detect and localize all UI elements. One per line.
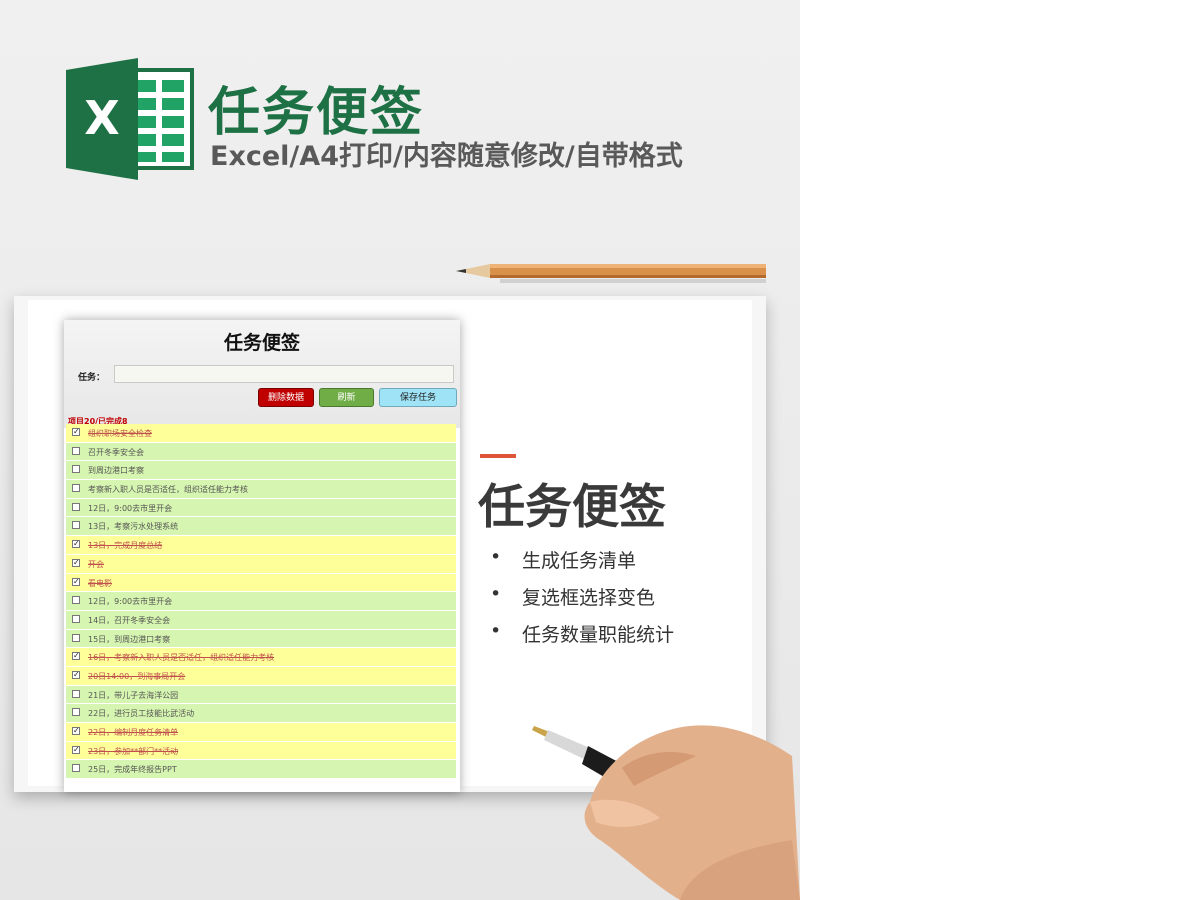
task-row: ✓ 16日，考察新入职人员是否适任，组织适任能力考核 — [66, 648, 456, 667]
feature-text: 任务数量职能统计 — [522, 624, 675, 646]
task-text: 召开冬季安全会 — [88, 447, 144, 457]
delete-data-button[interactable]: 删除数据 — [258, 388, 314, 407]
task-text: 12日，9:00去市里开会 — [88, 597, 173, 607]
task-row: 12日，9:00去市里开会 — [66, 592, 456, 611]
task-label: 任务： — [78, 373, 106, 383]
task-text: 组织职场安全检查 — [88, 429, 152, 438]
task-row: 22日，进行员工技能比武活动 — [66, 704, 456, 723]
task-checkbox[interactable] — [72, 521, 80, 530]
hand-with-pen-icon — [532, 725, 800, 900]
feature-text: 复选框选择变色 — [522, 587, 656, 609]
feature-list: • 生成任务清单 • 复选框选择变色 • 任务数量职能统计 — [486, 546, 674, 657]
task-checkbox[interactable]: ✓ — [72, 652, 80, 661]
task-checkbox[interactable] — [72, 708, 80, 717]
poster: X 任务便签 Excel/A4打印/内容随意修改/自带格式 任务便签 任务： 删… — [0, 0, 800, 900]
task-text: 20日14:00，到海事局开会 — [88, 671, 186, 681]
task-row: ✓ 13日，完成月度总结 — [66, 536, 456, 555]
task-text: 16日，考察新入职人员是否适任，组织适任能力考核 — [88, 653, 275, 663]
task-row: ✓ 组织职场安全检查 — [66, 424, 456, 443]
task-input[interactable] — [114, 365, 454, 383]
task-checkbox[interactable] — [72, 614, 80, 623]
task-text: 21日，带儿子去海洋公园 — [88, 690, 179, 700]
feature-item: • 生成任务清单 — [486, 546, 674, 583]
task-text: 23日，参加**部门**活动 — [88, 746, 179, 756]
page-subtitle: Excel/A4打印/内容随意修改/自带格式 — [210, 141, 683, 172]
task-text: 22日，编制月度任务清单 — [88, 728, 179, 737]
pencil-icon — [456, 264, 766, 283]
task-row: 21日，带儿子去海洋公园 — [66, 685, 456, 705]
task-row: 13日，考察污水处理系统 — [66, 517, 456, 537]
task-text: 12日，9:00去市里开会 — [88, 503, 173, 513]
task-text: 15日，到周边港口考察 — [88, 634, 171, 644]
task-checkbox[interactable]: ✓ — [72, 540, 80, 549]
task-text: 13日，考察污水处理系统 — [88, 522, 179, 532]
task-checkbox[interactable] — [72, 465, 80, 474]
promo-title: 任务便签 — [478, 480, 666, 535]
task-row: 召开冬季安全会 — [66, 442, 456, 462]
task-row: ✓ 开会 — [66, 554, 456, 574]
task-text: 看电影 — [88, 578, 112, 588]
task-text: 开会 — [88, 559, 104, 569]
task-checkbox[interactable] — [72, 633, 80, 642]
sheet-title: 任务便签 — [223, 332, 300, 354]
task-text: 14日，召开冬季安全会 — [88, 615, 171, 625]
task-checkbox[interactable] — [72, 484, 80, 493]
task-checkbox[interactable]: ✓ — [72, 558, 80, 567]
task-row: 15日，到周边港口考察 — [66, 629, 456, 649]
bullet-icon: • — [490, 583, 502, 605]
task-row: 25日，完成年终报告PPT — [66, 760, 456, 780]
task-checkbox[interactable] — [72, 764, 80, 773]
save-task-button[interactable]: 保存任务 — [379, 388, 457, 407]
task-text: 考察新入职人员是否适任，组织适任能力考核 — [88, 485, 248, 495]
excel-logo-icon: X — [66, 58, 194, 180]
task-text: 25日，完成年终报告PPT — [88, 765, 177, 775]
task-checkbox[interactable]: ✓ — [72, 670, 80, 679]
task-row: 到周边港口考察 — [66, 461, 456, 481]
task-text: 13日，完成月度总结 — [88, 541, 163, 551]
task-checkbox[interactable]: ✓ — [72, 577, 80, 586]
task-row: ✓ 23日，参加**部门**活动 — [66, 741, 456, 761]
accent-bar — [480, 454, 516, 458]
task-checkbox[interactable] — [72, 446, 80, 455]
task-row: 考察新入职人员是否适任，组织适任能力考核 — [66, 480, 456, 499]
feature-text: 生成任务清单 — [522, 550, 637, 572]
task-list: ✓ 组织职场安全检查 召开冬季安全会 到周边港口考察 考察新入职人员是否适任，组织… — [66, 424, 456, 780]
bullet-icon: • — [490, 620, 502, 642]
task-row: 14日，召开冬季安全会 — [66, 610, 456, 630]
task-row: 12日，9:00去市里开会 — [66, 498, 456, 518]
spreadsheet-preview: 任务便签 任务： 删除数据 刷新 保存任务 项目20/已完成8 ✓ 组织职场安全检… — [64, 320, 460, 792]
refresh-button[interactable]: 刷新 — [319, 388, 374, 407]
task-row: ✓ 看电影 — [66, 573, 456, 593]
task-checkbox[interactable]: ✓ — [72, 745, 80, 754]
task-checkbox[interactable] — [72, 502, 80, 511]
task-checkbox[interactable]: ✓ — [72, 727, 80, 735]
task-text: 到周边港口考察 — [88, 466, 144, 476]
task-row: ✓ 20日14:00，到海事局开会 — [66, 666, 456, 686]
feature-item: • 复选框选择变色 — [486, 583, 674, 620]
bullet-icon: • — [490, 546, 502, 568]
task-checkbox[interactable]: ✓ — [72, 428, 80, 436]
task-checkbox[interactable] — [72, 596, 80, 605]
task-text: 22日，进行员工技能比武活动 — [88, 709, 195, 719]
sheet-header: 任务便签 任务： 删除数据 刷新 保存任务 项目20/已完成8 — [64, 320, 460, 428]
task-checkbox[interactable] — [72, 689, 80, 698]
logo-letter: X — [84, 91, 119, 145]
feature-item: • 任务数量职能统计 — [486, 620, 674, 657]
task-row: ✓ 22日，编制月度任务清单 — [66, 723, 456, 742]
